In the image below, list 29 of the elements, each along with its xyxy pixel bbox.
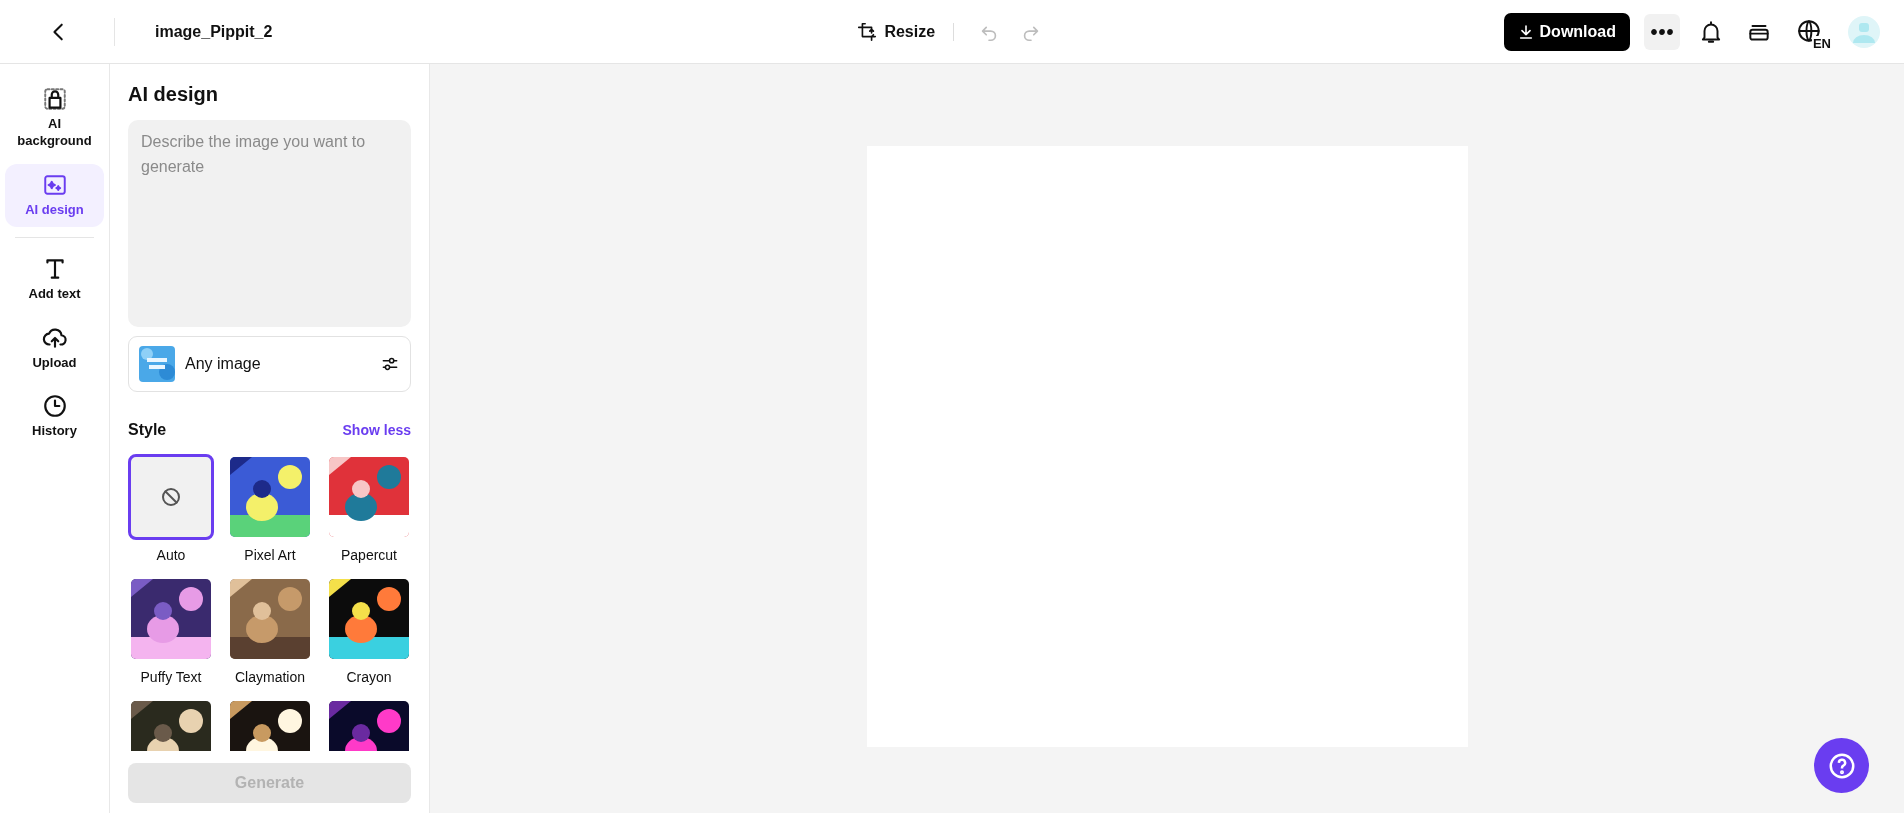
model-selector[interactable]: Any image — [128, 336, 411, 392]
style-option[interactable]: Pixel Art — [227, 454, 313, 566]
clock-icon — [41, 393, 68, 420]
file-name[interactable]: image_Pippit_2 — [114, 17, 273, 46]
resize-button[interactable]: Resize — [852, 15, 940, 48]
more-icon — [1651, 28, 1673, 35]
more-button[interactable] — [1644, 13, 1680, 50]
sidebar-item[interactable]: Add text — [5, 247, 104, 311]
style-option[interactable]: Papercut — [326, 454, 411, 566]
prompt-field[interactable]: Describe the image you want to generate — [128, 120, 411, 327]
show-less-link[interactable]: Show less — [342, 419, 411, 441]
sidebar-item[interactable]: Upload — [5, 316, 104, 380]
model-label: Any image — [185, 354, 262, 374]
style-option[interactable]: Puffy Text — [128, 576, 214, 688]
sidebar-item[interactable]: AI design — [5, 163, 104, 227]
style-option[interactable]: Crayon — [326, 576, 411, 688]
language-button[interactable]: EN — [1790, 14, 1830, 49]
avatar-icon — [1848, 15, 1880, 48]
style-option[interactable]: Claymation — [227, 576, 313, 688]
sidebar-item[interactable]: History — [5, 385, 104, 449]
no-style-icon — [159, 485, 183, 509]
download-icon — [1517, 23, 1534, 40]
resize-icon — [856, 20, 879, 43]
section-label: Style — [128, 420, 167, 440]
download-button[interactable]: Download — [1503, 12, 1630, 51]
panel-title: AI design — [128, 82, 219, 106]
bag-icon — [41, 86, 68, 112]
help-button[interactable] — [1814, 738, 1869, 793]
sidebar-item[interactable]: AI background — [5, 78, 104, 158]
